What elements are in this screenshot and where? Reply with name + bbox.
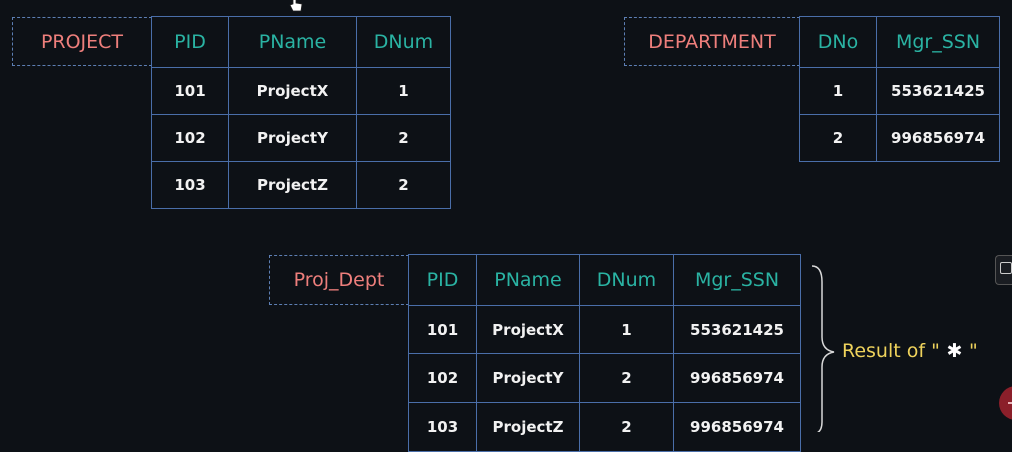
column-header: PID: [408, 254, 477, 306]
table-cell: 103: [151, 161, 229, 209]
column-header: PName: [476, 254, 580, 306]
column-header: PName: [228, 16, 357, 68]
curly-brace-icon: [811, 265, 835, 432]
table-row: 101 ProjectX 1 553621425: [408, 305, 801, 354]
project-table: PID PName DNum 101 ProjectX 1 102 Projec…: [151, 16, 451, 209]
table-row: 2 996856974: [799, 114, 1000, 162]
table-cell: 1: [356, 67, 451, 115]
department-table: DNo Mgr_SSN 1 553621425 2 996856974: [799, 16, 1000, 162]
table-cell: 553621425: [876, 67, 1000, 115]
table-cell: ProjectY: [476, 353, 580, 403]
table-header-row: PID PName DNum: [151, 16, 451, 68]
table-cell: 2: [799, 114, 877, 162]
table-cell: 1: [799, 67, 877, 115]
table-cell: 2: [579, 353, 674, 403]
table-row: 1 553621425: [799, 67, 1000, 115]
table-row: 102 ProjectY 2: [151, 114, 451, 162]
column-header: DNo: [799, 16, 877, 68]
table-row: 103 ProjectZ 2: [151, 161, 451, 209]
quote-close: ": [969, 340, 978, 362]
column-header: Mgr_SSN: [673, 254, 801, 306]
table-row: 102 ProjectY 2 996856974: [408, 353, 801, 403]
table-cell: ProjectZ: [476, 402, 580, 452]
table-cell: 2: [356, 161, 451, 209]
table-cell: 102: [408, 353, 477, 403]
column-header: Mgr_SSN: [876, 16, 1000, 68]
table-cell: 101: [151, 67, 229, 115]
table-cell: ProjectX: [228, 67, 357, 115]
table-cell: 2: [356, 114, 451, 162]
project-relation-label: PROJECT: [12, 17, 152, 66]
hand-cursor-icon: [289, 0, 303, 12]
proj-dept-relation-label: Proj_Dept: [269, 255, 409, 305]
table-cell: ProjectX: [476, 305, 580, 354]
result-text: Result of: [842, 340, 926, 362]
table-header-row: PID PName DNum Mgr_SSN: [408, 254, 801, 306]
table-row: 103 ProjectZ 2 996856974: [408, 402, 801, 452]
table-cell: 996856974: [673, 353, 801, 403]
expand-panel-icon[interactable]: [995, 255, 1012, 285]
proj-dept-table: PID PName DNum Mgr_SSN 101 ProjectX 1 55…: [408, 254, 801, 452]
result-annotation: Result of " ✱ ": [842, 340, 978, 362]
table-cell: 996856974: [876, 114, 1000, 162]
table-cell: 2: [579, 402, 674, 452]
table-cell: 1: [579, 305, 674, 354]
table-cell: ProjectY: [228, 114, 357, 162]
department-relation-label: DEPARTMENT: [624, 17, 800, 66]
record-button-icon[interactable]: [999, 386, 1012, 420]
table-cell: 553621425: [673, 305, 801, 354]
column-header: PID: [151, 16, 229, 68]
column-header: DNum: [579, 254, 674, 306]
table-cell: 102: [151, 114, 229, 162]
table-cell: ProjectZ: [228, 161, 357, 209]
table-cell: 101: [408, 305, 477, 354]
table-cell: 103: [408, 402, 477, 452]
quote-open: ": [925, 340, 940, 362]
asterisk-symbol: ✱: [939, 340, 969, 362]
table-header-row: DNo Mgr_SSN: [799, 16, 1000, 68]
column-header: DNum: [356, 16, 451, 68]
table-cell: 996856974: [673, 402, 801, 452]
table-row: 101 ProjectX 1: [151, 67, 451, 115]
